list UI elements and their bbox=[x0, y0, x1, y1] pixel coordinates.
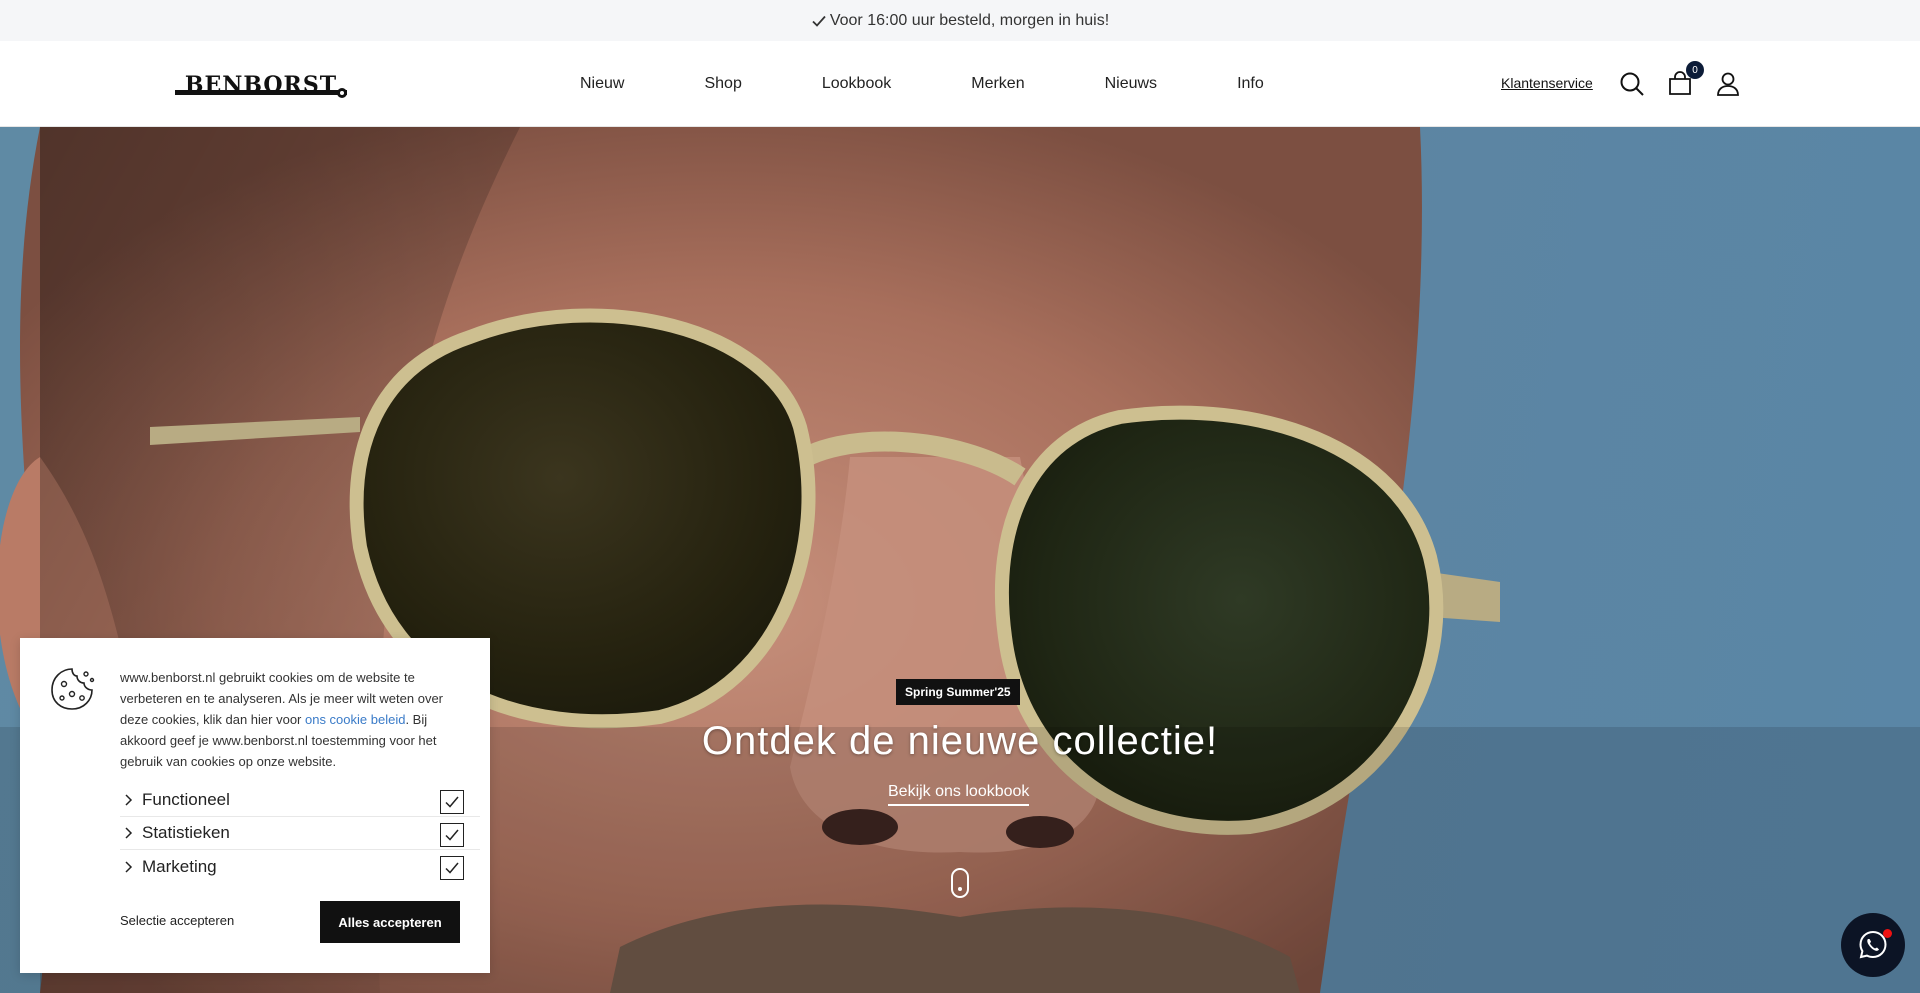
chevron-right-icon[interactable] bbox=[122, 826, 136, 840]
nav-item-merken[interactable]: Merken bbox=[971, 75, 1024, 93]
cookie-option-label: Functioneel bbox=[142, 790, 230, 809]
customer-service-link[interactable]: Klantenservice bbox=[1501, 75, 1593, 91]
cookie-option-label: Marketing bbox=[142, 856, 217, 876]
checkmark-icon bbox=[445, 829, 459, 841]
chevron-right-icon[interactable] bbox=[122, 860, 136, 874]
chat-button[interactable] bbox=[1841, 913, 1905, 977]
nav-item-info[interactable]: Info bbox=[1237, 75, 1264, 93]
scroll-down-icon[interactable] bbox=[951, 868, 969, 898]
season-badge: Spring Summer'25 bbox=[896, 679, 1020, 705]
accept-all-button[interactable]: Alles accepteren bbox=[320, 901, 460, 943]
accept-selection-button[interactable]: Selectie accepteren bbox=[120, 913, 234, 928]
cookie-option-statistieken[interactable]: Statistieken bbox=[120, 817, 480, 850]
checkmark-icon bbox=[811, 13, 827, 29]
account-icon[interactable] bbox=[1715, 71, 1741, 97]
cookie-option-marketing[interactable]: Marketing bbox=[120, 850, 480, 883]
search-icon[interactable] bbox=[1619, 71, 1645, 97]
site-header: BENBORST Nieuw Shop Lookbook Merken Nieu… bbox=[0, 41, 1920, 127]
announcement-bar: Voor 16:00 uur besteld, morgen in huis! bbox=[0, 0, 1920, 41]
checkmark-icon bbox=[445, 862, 459, 874]
logo-text: BENBORST bbox=[184, 72, 338, 98]
marketing-checkbox[interactable] bbox=[440, 856, 464, 880]
notification-dot bbox=[1883, 929, 1892, 938]
cookie-option-label: Statistieken bbox=[142, 823, 230, 842]
nav-item-nieuw[interactable]: Nieuw bbox=[580, 75, 624, 93]
announcement-text: Voor 16:00 uur besteld, morgen in huis! bbox=[829, 11, 1110, 29]
logo[interactable]: BENBORST bbox=[175, 71, 347, 99]
cookie-policy-link[interactable]: ons cookie beleid bbox=[305, 712, 405, 727]
hero-title: Ontdek de nieuwe collectie! bbox=[701, 719, 1219, 763]
cookie-options: Functioneel Statistieken Marketing bbox=[120, 784, 480, 883]
checkmark-icon bbox=[445, 796, 459, 808]
cookie-option-functioneel[interactable]: Functioneel bbox=[120, 784, 480, 817]
cookie-icon bbox=[48, 666, 96, 712]
nav-item-lookbook[interactable]: Lookbook bbox=[822, 75, 891, 93]
cookie-consent-panel: www.benborst.nl gebruikt cookies om de w… bbox=[20, 638, 490, 973]
cookie-message: www.benborst.nl gebruikt cookies om de w… bbox=[120, 667, 460, 772]
lookbook-link[interactable]: Bekijk ons lookbook bbox=[888, 783, 1030, 806]
nav-item-shop[interactable]: Shop bbox=[704, 75, 741, 93]
chevron-right-icon[interactable] bbox=[122, 793, 136, 807]
cart-count-badge: 0 bbox=[1686, 61, 1704, 79]
nav-item-nieuws[interactable]: Nieuws bbox=[1105, 75, 1157, 93]
functioneel-checkbox[interactable] bbox=[440, 790, 464, 814]
statistieken-checkbox[interactable] bbox=[440, 823, 464, 847]
main-nav: Nieuw Shop Lookbook Merken Nieuws Info bbox=[560, 41, 1264, 127]
